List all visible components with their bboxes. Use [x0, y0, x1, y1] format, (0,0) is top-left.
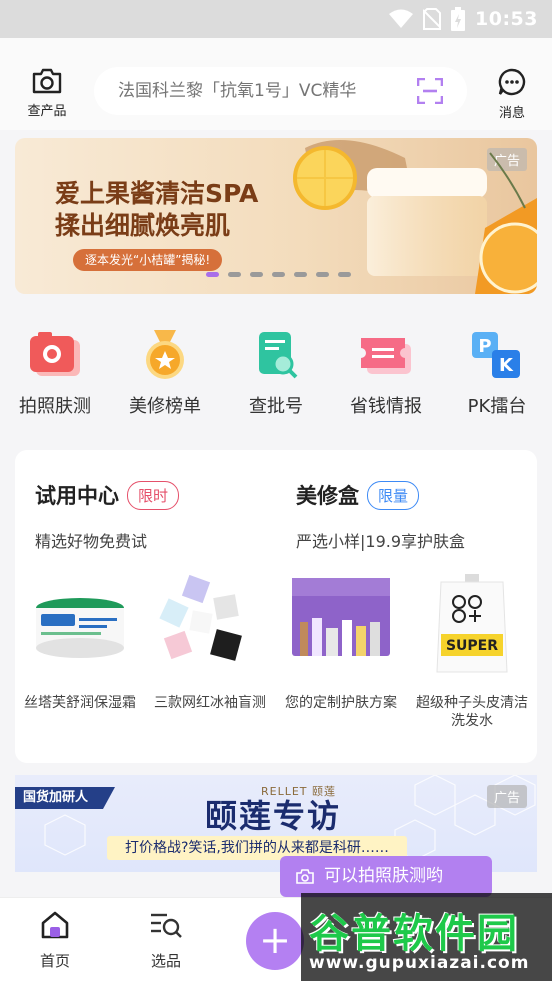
- banner-product-image: [293, 140, 537, 294]
- no-sim-icon: [423, 8, 442, 30]
- trial-center-subtitle: 精选好物免费试: [35, 532, 148, 551]
- bottom-nav-home[interactable]: 首页: [25, 910, 85, 971]
- status-icons: 10:53: [389, 6, 538, 32]
- watermark-text: 谷普软件园: [309, 911, 519, 957]
- ad-label: 广告: [486, 785, 527, 808]
- cetaphil-cream-image: [25, 572, 135, 682]
- quick-nav-ranking[interactable]: 美修榜单: [110, 318, 220, 418]
- pagination-dot[interactable]: [272, 272, 285, 277]
- promo-banner[interactable]: 爱上果酱清洁SPA 揉出细腻焕亮肌 逐本发光“小桔罐”揭秘! 广告: [15, 138, 537, 294]
- pk-icon: PK: [472, 332, 520, 378]
- beauty-box-title: 美修盒: [296, 484, 359, 508]
- camera-icon: [296, 869, 314, 884]
- beauty-box-product-name: 您的定制护肤方案: [285, 695, 397, 711]
- status-time: 10:53: [475, 8, 538, 30]
- watermark-url: www.gupuxiazai.com: [309, 953, 530, 973]
- quick-nav-label: 拍照肤测: [19, 396, 91, 417]
- home-icon: [41, 911, 69, 939]
- skin-test-tooltip[interactable]: 可以拍照肤测哟: [280, 856, 492, 897]
- trial-center-header[interactable]: 试用中心 限时: [35, 480, 180, 510]
- medal-icon: [146, 330, 184, 379]
- scan-product-label: 查产品: [27, 104, 67, 119]
- messages-button[interactable]: 消息: [486, 68, 538, 121]
- quick-nav-pk-arena[interactable]: PK PK擂台: [442, 318, 552, 418]
- status-bar: 10:53: [0, 0, 552, 38]
- trial-product-name: 三款网红冰袖盲测: [154, 695, 266, 711]
- quick-nav-label: 省钱情报: [350, 396, 422, 417]
- pagination-dot[interactable]: [250, 272, 263, 277]
- scan-product-button[interactable]: 查产品: [18, 68, 76, 119]
- pagination-dot[interactable]: [316, 272, 329, 277]
- seed-shampoo-image: SUPER: [417, 572, 527, 682]
- messages-label: 消息: [498, 106, 525, 121]
- quick-nav-savings[interactable]: 省钱情报: [331, 318, 441, 418]
- trial-product-name: 丝塔芙舒润保湿霜: [24, 695, 136, 711]
- ad-title: 颐莲专访: [205, 797, 342, 835]
- trial-product-card[interactable]: 三款网红冰袖盲测: [145, 572, 275, 712]
- trial-product-card[interactable]: 丝塔芙舒润保湿霜: [15, 572, 145, 712]
- pagination-dot[interactable]: [228, 272, 241, 277]
- limited-quantity-tag: 限量: [367, 480, 420, 510]
- site-watermark: 谷普软件园 www.gupuxiazai.com: [301, 893, 552, 981]
- document-search-icon: [259, 332, 298, 379]
- search-bar[interactable]: [94, 67, 467, 115]
- banner-title: 爱上果酱清洁SPA 揉出细腻焕亮肌: [55, 178, 258, 242]
- bottom-nav-label: 选品: [150, 952, 181, 970]
- quick-nav-batch-lookup[interactable]: 查批号: [221, 318, 331, 418]
- camera-icon: [32, 68, 62, 94]
- ice-sleeves-image: [155, 572, 265, 682]
- ad-category-tag: 国货加研人: [15, 787, 115, 809]
- camera-icon: [30, 332, 80, 376]
- quick-nav: 拍照肤测 美修榜单 查批号 省钱情报 PK PK擂台: [0, 318, 552, 428]
- pagination-dot[interactable]: [294, 272, 307, 277]
- beauty-box-subtitle: 严选小样|19.9享护肤盒: [296, 532, 466, 551]
- beauty-box-product-name: 超级种子头皮清洁洗发水: [416, 695, 528, 729]
- trial-box-card: 试用中心 限时 精选好物免费试 丝塔芙舒润保湿霜 三款网红冰袖盲测 美修盒 限量…: [15, 450, 537, 763]
- chat-bubble-icon: [498, 68, 526, 96]
- tooltip-text: 可以拍照肤测哟: [324, 866, 443, 886]
- add-fab-button[interactable]: +: [246, 912, 304, 970]
- beauty-box-product-card[interactable]: SUPER 超级种子头皮清洁洗发水: [407, 572, 537, 730]
- svg-text:P: P: [478, 336, 491, 357]
- beauty-box-header[interactable]: 美修盒 限量: [296, 480, 420, 510]
- banner-title-line1: 爱上果酱清洁SPA: [55, 179, 259, 208]
- battery-icon: [451, 7, 466, 31]
- scan-code-icon[interactable]: [417, 78, 443, 104]
- pagination-dot[interactable]: [206, 272, 219, 277]
- header: 查产品 消息: [0, 38, 552, 130]
- quick-nav-photo-skin-test[interactable]: 拍照肤测: [0, 318, 110, 418]
- bottom-nav-select[interactable]: 选品: [136, 910, 196, 971]
- banner-pagination: [206, 272, 351, 277]
- svg-text:K: K: [499, 355, 514, 376]
- banner-subtitle: 逐本发光“小桔罐”揭秘!: [73, 249, 223, 271]
- pagination-dot[interactable]: [338, 272, 351, 277]
- bottom-nav-label: 首页: [39, 952, 70, 970]
- coupon-icon: [361, 338, 411, 374]
- trial-center-title: 试用中心: [35, 484, 119, 508]
- banner-title-line2: 揉出细腻焕亮肌: [55, 211, 231, 240]
- limited-time-tag: 限时: [127, 480, 180, 510]
- quick-nav-label: 查批号: [249, 396, 303, 417]
- list-search-icon: [151, 913, 182, 938]
- search-input[interactable]: [118, 77, 398, 105]
- quick-nav-label: PK擂台: [467, 396, 527, 417]
- skincare-box-image: [286, 572, 396, 682]
- quick-nav-label: 美修榜单: [129, 396, 201, 417]
- svg-text:SUPER: SUPER: [446, 638, 498, 654]
- wifi-icon: [389, 9, 414, 28]
- beauty-box-product-card[interactable]: 您的定制护肤方案: [276, 572, 406, 712]
